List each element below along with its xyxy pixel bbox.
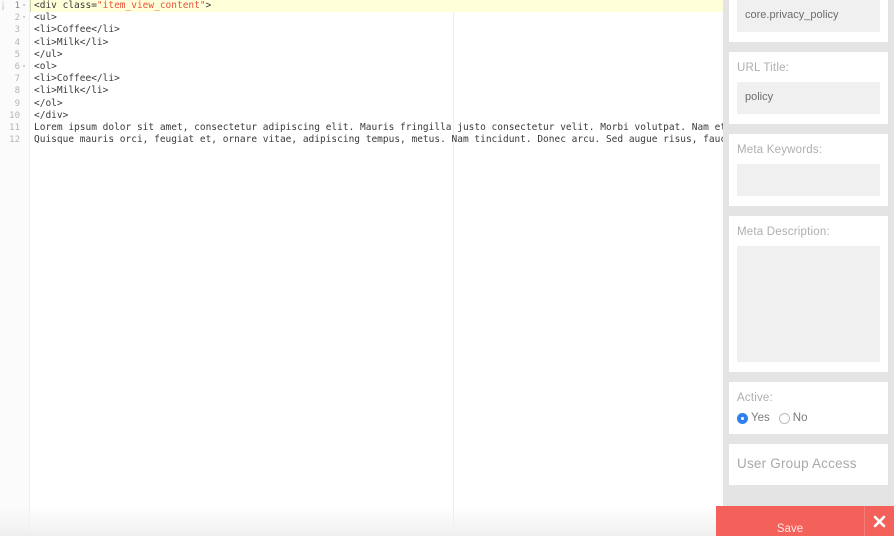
code-text: <div class= [34,0,97,11]
line-number: 7 [14,74,20,85]
code-editor[interactable]: 1 ▾ 2 ▾ 3 4 5 6 ▾ 7 8 9 10 11 12 <div cl… [0,0,723,536]
code-line[interactable]: </div> [30,110,723,122]
radio-yes[interactable] [737,412,748,424]
code-line[interactable]: <li>Milk</li> [30,85,723,97]
line-number: 9 [14,98,20,109]
code-text: > [205,0,212,11]
close-button[interactable] [864,506,894,536]
identifier-input[interactable]: core.privacy_policy [737,0,880,32]
gutter-row[interactable]: 6 ▾ [0,61,29,73]
url-title-label: URL Title: [737,62,790,74]
gutter-row[interactable]: 5 [0,49,29,61]
chevron-down-icon[interactable]: ▾ [20,12,28,24]
line-number: 10 [9,110,20,121]
gutter-row[interactable]: 4 [0,37,29,49]
code-line[interactable]: <li>Coffee</li> [30,73,723,85]
code-line[interactable]: <div class="item_view_content"> [30,0,723,13]
field-group-meta-keywords: Meta Keywords: [729,134,888,206]
active-label: Active: [737,392,773,404]
editor-page: 1 ▾ 2 ▾ 3 4 5 6 ▾ 7 8 9 10 11 12 <div cl… [0,0,894,536]
field-group-meta-description: Meta Description: [729,216,888,372]
breakpoint-marker-icon [2,1,4,10]
user-group-access-panel: User Group Access [729,444,888,485]
gutter-row[interactable]: 7 [0,73,29,85]
user-group-access-title: User Group Access [737,456,857,471]
chevron-down-icon[interactable]: ▾ [20,0,28,12]
meta-keywords-input[interactable] [737,164,880,196]
meta-keywords-label: Meta Keywords: [737,144,823,156]
line-number: 12 [9,135,20,146]
code-line[interactable]: <ol> [30,61,723,73]
chevron-down-icon[interactable]: ▾ [20,61,28,73]
line-number: 4 [14,37,20,48]
editor-text-area[interactable]: <div class="item_view_content"> <ul> <li… [30,0,723,536]
radio-no-label: No [792,412,808,424]
line-number: 11 [9,122,20,133]
code-line[interactable]: <ul> [30,12,723,24]
line-number: 8 [14,86,20,97]
gutter-row[interactable]: 9 [0,98,29,110]
settings-sidebar: core.privacy_policy URL Title: policy Me… [723,0,894,536]
field-group-active: Active: Yes No [729,382,888,434]
code-line[interactable]: Lorem ipsum dolor sit amet, consectetur … [30,122,723,134]
gutter-row[interactable]: 8 [0,85,29,97]
line-number: 5 [14,49,20,60]
gutter-row[interactable]: 1 ▾ [0,0,29,12]
code-line[interactable]: </ul> [30,49,723,61]
gutter-row[interactable]: 10 [0,110,29,122]
gutter-row[interactable]: 3 [0,24,29,36]
code-line[interactable]: <li>Milk</li> [30,37,723,49]
close-icon [873,515,886,527]
save-button[interactable]: Save [716,507,864,535]
save-bar: Save [716,506,894,536]
meta-description-label: Meta Description: [737,226,830,238]
line-number: 3 [14,25,20,36]
gutter-row[interactable]: 11 [0,122,29,134]
attribute-value: "item_view_content" [96,0,206,11]
code-line[interactable]: </ol> [30,98,723,110]
meta-description-textarea[interactable] [737,246,880,362]
radio-no[interactable] [778,412,790,424]
editor-gutter[interactable]: 1 ▾ 2 ▾ 3 4 5 6 ▾ 7 8 9 10 11 12 [0,0,30,536]
url-title-input[interactable]: policy [737,82,880,114]
field-group-identifier: core.privacy_policy [729,0,888,42]
code-line[interactable]: Quisque mauris orci, feugiat et, ornare … [30,134,723,146]
code-line[interactable]: <li>Coffee</li> [30,24,723,36]
active-radio-group[interactable]: Yes No [737,412,880,424]
field-group-url-title: URL Title: policy [729,52,888,124]
gutter-row[interactable]: 12 [0,134,29,146]
radio-yes-label: Yes [751,412,770,424]
gutter-row[interactable]: 2 ▾ [0,12,29,24]
